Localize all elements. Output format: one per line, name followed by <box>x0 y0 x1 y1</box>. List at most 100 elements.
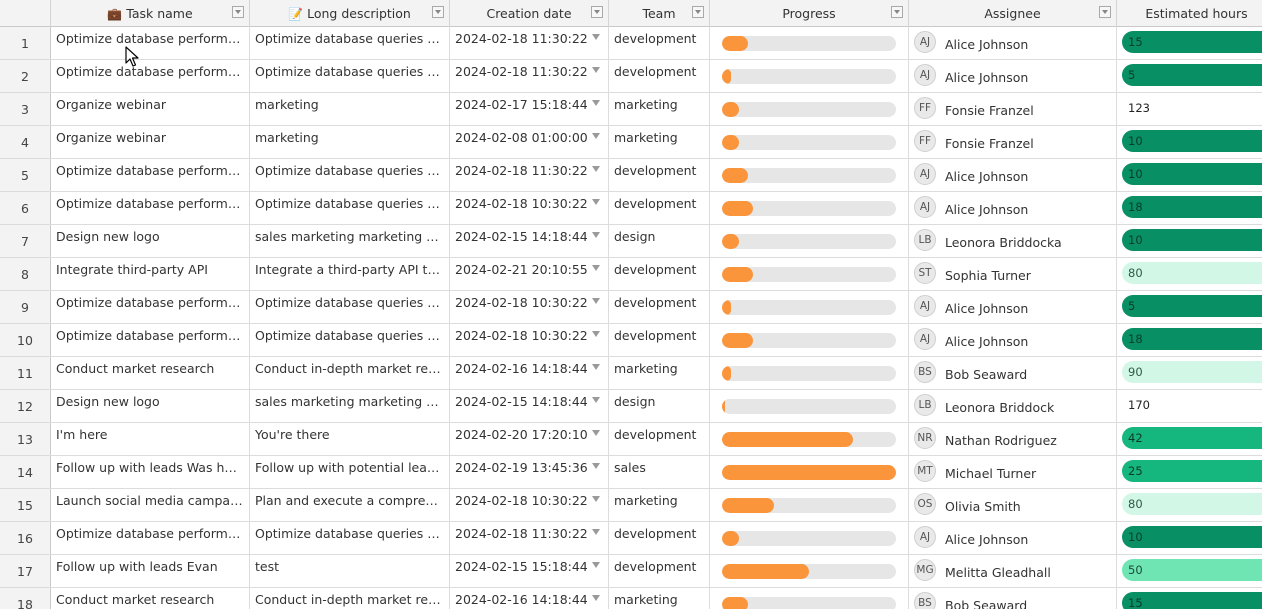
assignee-cell[interactable]: AJ Alice Johnson <box>909 27 1117 59</box>
date-dropdown-icon[interactable] <box>592 430 600 436</box>
assignee-cell[interactable]: NR Nathan Rodriguez <box>909 423 1117 455</box>
estimated-hours-cell[interactable]: 25 <box>1117 456 1262 488</box>
long-description-cell[interactable]: Optimize database queries and… <box>250 27 450 59</box>
date-dropdown-icon[interactable] <box>592 397 600 403</box>
task-name-cell[interactable]: Optimize database performance <box>51 522 250 554</box>
task-name-cell[interactable]: Optimize database performance <box>51 60 250 92</box>
column-header-long-description[interactable]: 📝 Long description <box>250 0 450 27</box>
team-cell[interactable]: marketing <box>609 126 710 158</box>
task-name-cell[interactable]: Organize webinar <box>51 126 250 158</box>
estimated-hours-cell[interactable]: 170 <box>1117 390 1262 422</box>
column-header-rownum[interactable] <box>0 0 51 27</box>
row-number[interactable]: 14 <box>0 456 51 488</box>
date-dropdown-icon[interactable] <box>592 199 600 205</box>
row-number[interactable]: 18 <box>0 588 51 609</box>
long-description-cell[interactable]: Conduct in-depth market resea… <box>250 588 450 609</box>
assignee-cell[interactable]: AJ Alice Johnson <box>909 291 1117 323</box>
date-dropdown-icon[interactable] <box>592 331 600 337</box>
long-description-cell[interactable]: Optimize database queries and… <box>250 291 450 323</box>
row-number[interactable]: 1 <box>0 27 51 59</box>
task-name-cell[interactable]: Conduct market research <box>51 357 250 389</box>
table-row[interactable]: 2 Optimize database performance Optimize d… <box>0 60 1262 93</box>
date-dropdown-icon[interactable] <box>592 100 600 106</box>
task-name-cell[interactable]: Conduct market research <box>51 588 250 609</box>
long-description-cell[interactable]: sales marketing marketing mar… <box>250 225 450 257</box>
creation-date-cell[interactable]: 2024-02-18 11:30:22 <box>450 159 609 191</box>
progress-cell[interactable] <box>710 522 909 554</box>
task-name-cell[interactable]: Design new logo <box>51 225 250 257</box>
creation-date-cell[interactable]: 2024-02-15 14:18:44 <box>450 225 609 257</box>
row-number[interactable]: 9 <box>0 291 51 323</box>
progress-cell[interactable] <box>710 291 909 323</box>
row-number[interactable]: 5 <box>0 159 51 191</box>
estimated-hours-cell[interactable]: 18 <box>1117 192 1262 224</box>
column-header-creation-date[interactable]: Creation date <box>450 0 609 27</box>
table-row[interactable]: 18 Conduct market research Conduct in-dept… <box>0 588 1262 609</box>
assignee-cell[interactable]: AJ Alice Johnson <box>909 324 1117 356</box>
table-row[interactable]: 10 Optimize database performance Optimize … <box>0 324 1262 357</box>
row-number[interactable]: 12 <box>0 390 51 422</box>
assignee-cell[interactable]: AJ Alice Johnson <box>909 522 1117 554</box>
task-name-cell[interactable]: Follow up with leads Evan <box>51 555 250 587</box>
long-description-cell[interactable]: Optimize database queries and… <box>250 159 450 191</box>
progress-cell[interactable] <box>710 555 909 587</box>
team-cell[interactable]: development <box>609 159 710 191</box>
row-number[interactable]: 17 <box>0 555 51 587</box>
task-name-cell[interactable]: Optimize database performance <box>51 27 250 59</box>
creation-date-cell[interactable]: 2024-02-21 20:10:55 <box>450 258 609 290</box>
progress-cell[interactable] <box>710 27 909 59</box>
filter-dropdown-icon[interactable] <box>232 6 244 18</box>
progress-cell[interactable] <box>710 258 909 290</box>
assignee-cell[interactable]: MG Melitta Gleadhall <box>909 555 1117 587</box>
team-cell[interactable]: development <box>609 27 710 59</box>
table-row[interactable]: 14 Follow up with leads Was here Follow up… <box>0 456 1262 489</box>
table-row[interactable]: 1 Optimize database performance Optimize d… <box>0 27 1262 60</box>
row-number[interactable]: 4 <box>0 126 51 158</box>
assignee-cell[interactable]: AJ Alice Johnson <box>909 60 1117 92</box>
task-name-cell[interactable]: Optimize database performance <box>51 192 250 224</box>
team-cell[interactable]: sales <box>609 456 710 488</box>
table-row[interactable]: 3 Organize webinar marketing 2024-02-17 15:… <box>0 93 1262 126</box>
task-name-cell[interactable]: Optimize database performance <box>51 324 250 356</box>
assignee-cell[interactable]: AJ Alice Johnson <box>909 159 1117 191</box>
estimated-hours-cell[interactable]: 90 <box>1117 357 1262 389</box>
team-cell[interactable]: development <box>609 423 710 455</box>
progress-cell[interactable] <box>710 324 909 356</box>
estimated-hours-cell[interactable]: 15 <box>1117 588 1262 609</box>
long-description-cell[interactable]: Optimize database queries and… <box>250 192 450 224</box>
filter-dropdown-icon[interactable] <box>1099 6 1111 18</box>
progress-cell[interactable] <box>710 456 909 488</box>
assignee-cell[interactable]: LB Leonora Briddock <box>909 390 1117 422</box>
column-header-progress[interactable]: Progress <box>710 0 909 27</box>
long-description-cell[interactable]: test <box>250 555 450 587</box>
progress-cell[interactable] <box>710 126 909 158</box>
creation-date-cell[interactable]: 2024-02-15 14:18:44 <box>450 390 609 422</box>
column-header-task-name[interactable]: 💼 Task name <box>51 0 250 27</box>
date-dropdown-icon[interactable] <box>592 298 600 304</box>
long-description-cell[interactable]: marketing <box>250 126 450 158</box>
date-dropdown-icon[interactable] <box>592 529 600 535</box>
table-row[interactable]: 17 Follow up with leads Evan test 2024-02-1… <box>0 555 1262 588</box>
task-name-cell[interactable]: Optimize database performance <box>51 291 250 323</box>
progress-cell[interactable] <box>710 588 909 609</box>
assignee-cell[interactable]: BS Bob Seaward <box>909 588 1117 609</box>
progress-cell[interactable] <box>710 159 909 191</box>
date-dropdown-icon[interactable] <box>592 34 600 40</box>
task-name-cell[interactable]: Design new logo <box>51 390 250 422</box>
creation-date-cell[interactable]: 2024-02-18 10:30:22 <box>450 291 609 323</box>
assignee-cell[interactable]: LB Leonora Briddocka <box>909 225 1117 257</box>
table-row[interactable]: 15 Launch social media campaign Plan and e… <box>0 489 1262 522</box>
assignee-cell[interactable]: OS Olivia Smith <box>909 489 1117 521</box>
task-name-cell[interactable]: Follow up with leads Was here <box>51 456 250 488</box>
assignee-cell[interactable]: MT Michael Turner <box>909 456 1117 488</box>
team-cell[interactable]: development <box>609 324 710 356</box>
column-header-assignee[interactable]: Assignee <box>909 0 1117 27</box>
estimated-hours-cell[interactable]: 80 <box>1117 489 1262 521</box>
table-row[interactable]: 7 Design new logo sales marketing marketin… <box>0 225 1262 258</box>
row-number[interactable]: 15 <box>0 489 51 521</box>
team-cell[interactable]: development <box>609 291 710 323</box>
creation-date-cell[interactable]: 2024-02-15 15:18:44 <box>450 555 609 587</box>
estimated-hours-cell[interactable]: 10 <box>1117 159 1262 191</box>
long-description-cell[interactable]: Plan and execute a comprehen… <box>250 489 450 521</box>
row-number[interactable]: 13 <box>0 423 51 455</box>
